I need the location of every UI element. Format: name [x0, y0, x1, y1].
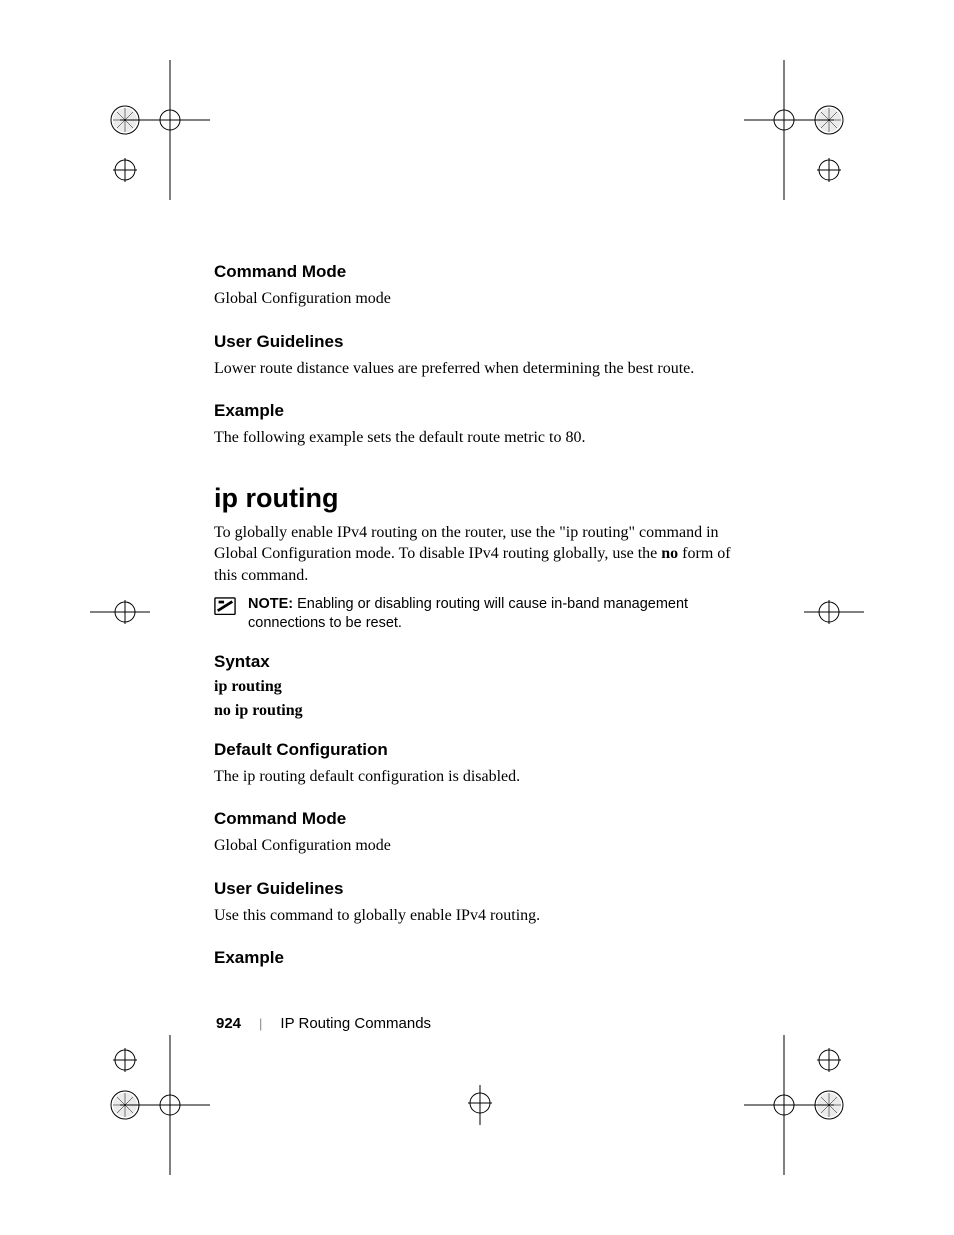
crop-mark-bottom-center [450, 1085, 510, 1125]
intro-pre: To globally enable IPv4 routing on the r… [214, 524, 719, 563]
heading-command-mode-1: Command Mode [214, 262, 744, 282]
page-footer: 924 | IP Routing Commands [216, 1015, 431, 1032]
heading-default-config: Default Configuration [214, 740, 744, 760]
text-user-guidelines-1: Lower route distance values are preferre… [214, 358, 744, 380]
footer-divider: | [259, 1016, 262, 1031]
note-label: NOTE: [248, 596, 293, 612]
heading-example-2: Example [214, 948, 744, 968]
footer-section-name: IP Routing Commands [280, 1015, 431, 1032]
text-default-config: The ip routing default configuration is … [214, 766, 744, 788]
crop-mark-top-right [744, 60, 874, 200]
note-text: NOTE: Enabling or disabling routing will… [248, 595, 744, 634]
heading-command-mode-2: Command Mode [214, 809, 744, 829]
crop-mark-mid-left [90, 597, 150, 637]
text-example-1: The following example sets the default r… [214, 427, 744, 449]
crop-mark-mid-right [804, 597, 864, 637]
syntax-line-2: no ip routing [214, 702, 744, 720]
heading-syntax: Syntax [214, 652, 744, 672]
text-user-guidelines-2: Use this command to globally enable IPv4… [214, 905, 744, 927]
heading-user-guidelines-1: User Guidelines [214, 332, 744, 352]
page-number: 924 [216, 1015, 241, 1032]
text-command-mode-2: Global Configuration mode [214, 835, 744, 857]
crop-mark-bottom-right [744, 1035, 874, 1175]
heading-example-1: Example [214, 401, 744, 421]
crop-mark-top-left [80, 60, 210, 200]
note-icon [214, 597, 236, 615]
note-block: NOTE: Enabling or disabling routing will… [214, 595, 744, 634]
note-body: Enabling or disabling routing will cause… [248, 596, 688, 632]
syntax-line-1: ip routing [214, 678, 744, 696]
page-content: Command Mode Global Configuration mode U… [214, 262, 744, 974]
heading-user-guidelines-2: User Guidelines [214, 879, 744, 899]
intro-paragraph: To globally enable IPv4 routing on the r… [214, 522, 744, 587]
intro-bold-no: no [661, 545, 678, 562]
text-command-mode-1: Global Configuration mode [214, 288, 744, 310]
crop-mark-bottom-left [80, 1035, 210, 1175]
section-title-ip-routing: ip routing [214, 483, 744, 514]
